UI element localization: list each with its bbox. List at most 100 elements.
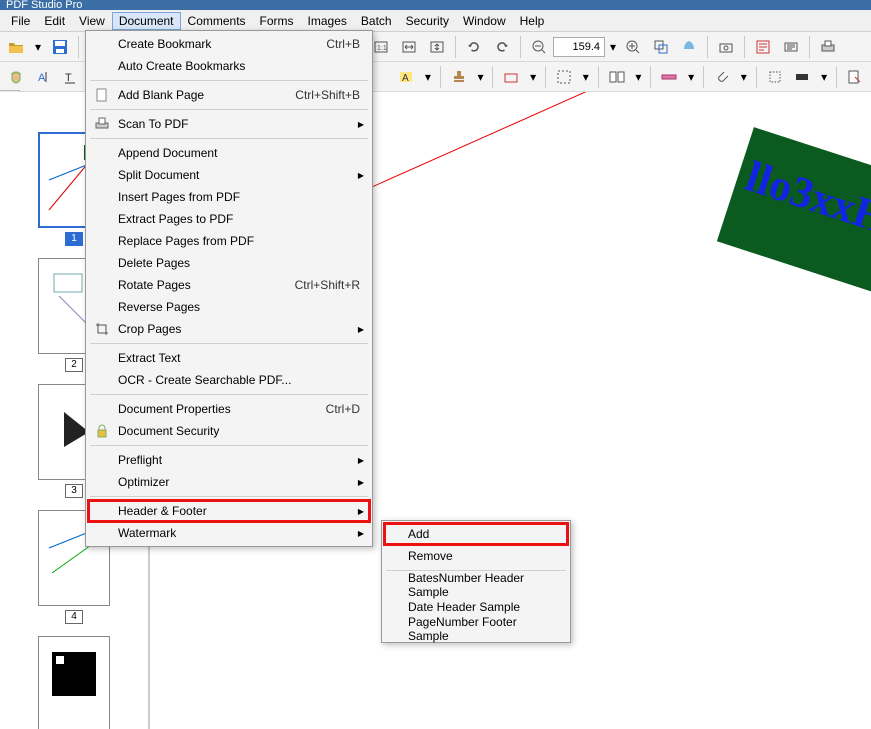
menu-help[interactable]: Help: [513, 12, 552, 30]
menu-forms[interactable]: Forms: [253, 12, 301, 30]
menu-comments[interactable]: Comments: [181, 12, 253, 30]
menu-item-rotate-pages[interactable]: Rotate PagesCtrl+Shift+R: [88, 274, 370, 296]
edit-content-button[interactable]: [843, 65, 867, 89]
menu-edit[interactable]: Edit: [37, 12, 72, 30]
menu-item-extract-pages-to-pdf[interactable]: Extract Pages to PDF: [88, 208, 370, 230]
typewriter-button[interactable]: T: [60, 65, 84, 89]
separator: [809, 36, 810, 58]
thumbnail-number: 1: [65, 232, 83, 246]
menu-item-header-footer[interactable]: Header & Footer▶: [88, 500, 370, 522]
highlight-drop[interactable]: ▾: [422, 65, 434, 89]
form-text-button[interactable]: [779, 35, 803, 59]
menu-item-extract-text[interactable]: Extract Text: [88, 347, 370, 369]
submenu-item-add[interactable]: Add: [384, 523, 568, 545]
lock-icon: [94, 423, 110, 439]
menu-document[interactable]: Document: [112, 12, 181, 30]
loupe-button[interactable]: [649, 35, 673, 59]
separator: [756, 66, 757, 88]
text-select-button[interactable]: A: [32, 65, 56, 89]
menu-view[interactable]: View: [72, 12, 112, 30]
menu-item-reverse-pages[interactable]: Reverse Pages: [88, 296, 370, 318]
menu-security[interactable]: Security: [399, 12, 456, 30]
separator: [836, 66, 837, 88]
rotate-cw-button[interactable]: [490, 35, 514, 59]
menu-shortcut: Ctrl+B: [326, 37, 360, 51]
submenu-item-pagenumber-footer-sample[interactable]: PageNumber Footer Sample: [384, 618, 568, 640]
menu-item-label: Reverse Pages: [118, 300, 200, 314]
menu-item-preflight[interactable]: Preflight▶: [88, 449, 370, 471]
separator: [707, 36, 708, 58]
menu-item-delete-pages[interactable]: Delete Pages: [88, 252, 370, 274]
rotate-ccw-button[interactable]: [462, 35, 486, 59]
shape-drop[interactable]: ▾: [527, 65, 539, 89]
form-button[interactable]: [751, 35, 775, 59]
thumbnail-number: 3: [65, 484, 83, 498]
measure-drop[interactable]: ▾: [685, 65, 697, 89]
area-button[interactable]: [552, 65, 576, 89]
document-menu: Create BookmarkCtrl+B Auto Create Bookmar…: [85, 30, 373, 547]
menu-item-ocr-create-searchable-pdf[interactable]: OCR - Create Searchable PDF...: [88, 369, 370, 391]
menu-shortcut: Ctrl+D: [326, 402, 360, 416]
page-icon: [94, 87, 110, 103]
title-bar: PDF Studio Pro: [0, 0, 871, 10]
measure-button[interactable]: [657, 65, 681, 89]
menu-item-split-document[interactable]: Split Document▶: [88, 164, 370, 186]
fit-page-button[interactable]: [425, 35, 449, 59]
highlight-button[interactable]: A: [394, 65, 418, 89]
header-footer-submenu: AddRemoveBatesNumber Header SampleDate H…: [381, 520, 571, 643]
menu-batch[interactable]: Batch: [354, 12, 399, 30]
compare-drop[interactable]: ▾: [633, 65, 645, 89]
menu-item-insert-pages-from-pdf[interactable]: Insert Pages from PDF: [88, 186, 370, 208]
stamp-drop[interactable]: ▾: [475, 65, 487, 89]
menu-item-label: Auto Create Bookmarks: [118, 59, 245, 73]
compare-button[interactable]: [605, 65, 629, 89]
menu-item-document-security[interactable]: Document Security: [88, 420, 370, 442]
menu-file[interactable]: File: [4, 12, 37, 30]
menu-item-label: OCR - Create Searchable PDF...: [118, 373, 291, 387]
zoom-out-button[interactable]: [527, 35, 551, 59]
menu-item-auto-create-bookmarks[interactable]: Auto Create Bookmarks: [88, 55, 370, 77]
submenu-arrow-icon: ▶: [358, 325, 364, 334]
menu-item-append-document[interactable]: Append Document: [88, 142, 370, 164]
zoom-dropdown[interactable]: ▾: [607, 35, 619, 59]
menu-item-document-properties[interactable]: Document PropertiesCtrl+D: [88, 398, 370, 420]
separator: [455, 36, 456, 58]
scan-button[interactable]: [816, 35, 840, 59]
submenu-item-remove[interactable]: Remove: [384, 545, 568, 567]
shape-button[interactable]: [499, 65, 523, 89]
open-button[interactable]: [4, 35, 28, 59]
pan-zoom-button[interactable]: [677, 35, 701, 59]
snapshot-button[interactable]: [714, 35, 738, 59]
menu-window[interactable]: Window: [456, 12, 513, 30]
open-dropdown[interactable]: ▾: [32, 35, 44, 59]
stamp-button[interactable]: [447, 65, 471, 89]
separator: [78, 36, 79, 58]
menu-item-crop-pages[interactable]: Crop Pages▶: [88, 318, 370, 340]
zoom-input[interactable]: [553, 37, 605, 57]
svg-text:A: A: [402, 73, 409, 84]
attach-drop[interactable]: ▾: [738, 65, 750, 89]
redact-drop[interactable]: ▾: [818, 65, 830, 89]
svg-text:A: A: [38, 72, 46, 84]
area-drop[interactable]: ▾: [580, 65, 592, 89]
menu-item-create-bookmark[interactable]: Create BookmarkCtrl+B: [88, 33, 370, 55]
menu-item-add-blank-page[interactable]: Add Blank PageCtrl+Shift+B: [88, 84, 370, 106]
zoom-in-button[interactable]: [621, 35, 645, 59]
separator: [492, 66, 493, 88]
fit-width-button[interactable]: [397, 35, 421, 59]
menu-item-label: Add Blank Page: [118, 88, 204, 102]
submenu-item-batesnumber-header-sample[interactable]: BatesNumber Header Sample: [384, 574, 568, 596]
menu-item-replace-pages-from-pdf[interactable]: Replace Pages from PDF: [88, 230, 370, 252]
menu-item-watermark[interactable]: Watermark▶: [88, 522, 370, 544]
hand-tool-button[interactable]: [4, 65, 28, 89]
menu-images[interactable]: Images: [301, 12, 354, 30]
menu-item-scan-to-pdf[interactable]: Scan To PDF▶: [88, 113, 370, 135]
link-button[interactable]: [763, 65, 787, 89]
save-button[interactable]: [48, 35, 72, 59]
title-text: PDF Studio Pro: [6, 0, 82, 10]
menu-item-optimizer[interactable]: Optimizer▶: [88, 471, 370, 493]
svg-text:1:1: 1:1: [377, 45, 387, 52]
redact-button[interactable]: [790, 65, 814, 89]
attach-button[interactable]: [710, 65, 734, 89]
thumbnail[interactable]: [38, 636, 110, 729]
